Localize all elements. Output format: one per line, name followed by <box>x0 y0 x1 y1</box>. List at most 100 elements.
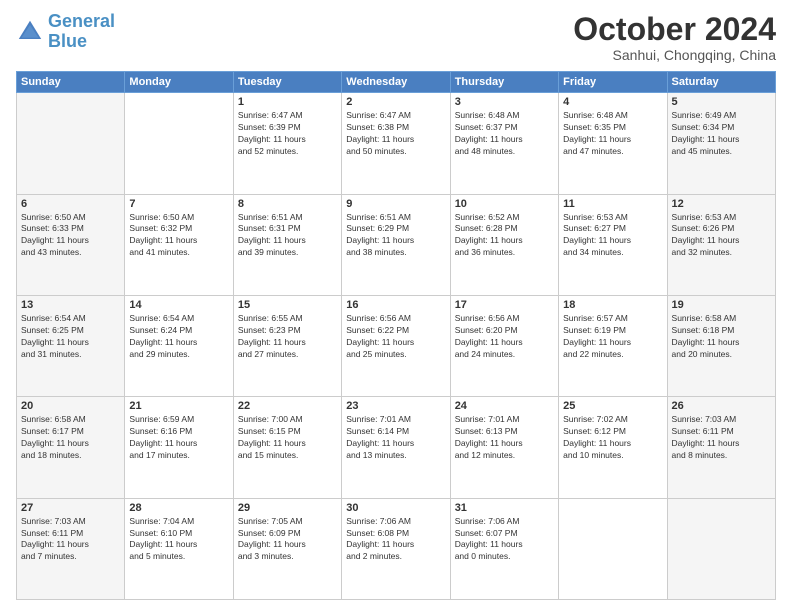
day-info: Sunrise: 7:01 AM Sunset: 6:14 PM Dayligh… <box>346 414 445 462</box>
day-info: Sunrise: 6:56 AM Sunset: 6:22 PM Dayligh… <box>346 313 445 361</box>
day-number: 21 <box>129 400 228 412</box>
day-info: Sunrise: 7:06 AM Sunset: 6:07 PM Dayligh… <box>455 516 554 564</box>
day-number: 27 <box>21 502 120 514</box>
calendar-cell: 28Sunrise: 7:04 AM Sunset: 6:10 PM Dayli… <box>125 498 233 599</box>
calendar-cell: 29 Sunrise: 7:05 AM Sunset: 6:09 PM Dayli… <box>233 498 341 599</box>
day-info: Sunrise: 7:02 AM Sunset: 6:12 PM Dayligh… <box>563 414 662 462</box>
col-monday: Monday <box>125 72 233 93</box>
day-number: 4 <box>563 96 662 108</box>
calendar-cell: 17 Sunrise: 6:56 AM Sunset: 6:20 PM Dayli… <box>450 295 558 396</box>
day-number: 10 <box>455 198 554 210</box>
day-info: Sunrise: 6:58 AM Sunset: 6:18 PM Dayligh… <box>672 313 771 361</box>
calendar-cell <box>667 498 775 599</box>
calendar-cell: 8Sunrise: 6:51 AM Sunset: 6:31 PM Daylig… <box>233 194 341 295</box>
calendar-cell: 4 Sunrise: 6:48 AM Sunset: 6:35 PM Daylig… <box>559 93 667 194</box>
calendar-cell: 25Sunrise: 7:02 AM Sunset: 6:12 PM Dayli… <box>559 397 667 498</box>
day-info: Sunrise: 6:51 AM Sunset: 6:29 PM Dayligh… <box>346 212 445 260</box>
calendar-cell: 31 Sunrise: 7:06 AM Sunset: 6:07 PM Dayli… <box>450 498 558 599</box>
day-number: 20 <box>21 400 120 412</box>
calendar-week-3: 13Sunrise: 6:54 AM Sunset: 6:25 PM Dayli… <box>17 295 776 396</box>
day-number: 17 <box>455 299 554 311</box>
subtitle: Sanhui, Chongqing, China <box>573 47 776 63</box>
calendar-week-2: 6Sunrise: 6:50 AM Sunset: 6:33 PM Daylig… <box>17 194 776 295</box>
calendar-cell: 3 Sunrise: 6:48 AM Sunset: 6:37 PM Daylig… <box>450 93 558 194</box>
col-wednesday: Wednesday <box>342 72 450 93</box>
calendar-cell: 19 Sunrise: 6:58 AM Sunset: 6:18 PM Dayli… <box>667 295 775 396</box>
day-info: Sunrise: 7:03 AM Sunset: 6:11 PM Dayligh… <box>672 414 771 462</box>
day-info: Sunrise: 6:50 AM Sunset: 6:32 PM Dayligh… <box>129 212 228 260</box>
day-info: Sunrise: 6:53 AM Sunset: 6:26 PM Dayligh… <box>672 212 771 260</box>
calendar-cell: 13Sunrise: 6:54 AM Sunset: 6:25 PM Dayli… <box>17 295 125 396</box>
day-info: Sunrise: 6:47 AM Sunset: 6:39 PM Dayligh… <box>238 110 337 158</box>
calendar-cell: 30Sunrise: 7:06 AM Sunset: 6:08 PM Dayli… <box>342 498 450 599</box>
day-info: Sunrise: 6:56 AM Sunset: 6:20 PM Dayligh… <box>455 313 554 361</box>
day-info: Sunrise: 7:06 AM Sunset: 6:08 PM Dayligh… <box>346 516 445 564</box>
day-info: Sunrise: 6:51 AM Sunset: 6:31 PM Dayligh… <box>238 212 337 260</box>
day-number: 31 <box>455 502 554 514</box>
day-info: Sunrise: 6:48 AM Sunset: 6:37 PM Dayligh… <box>455 110 554 158</box>
day-number: 11 <box>563 198 662 210</box>
calendar-cell: 14 Sunrise: 6:54 AM Sunset: 6:24 PM Dayli… <box>125 295 233 396</box>
day-number: 23 <box>346 400 445 412</box>
day-info: Sunrise: 7:00 AM Sunset: 6:15 PM Dayligh… <box>238 414 337 462</box>
calendar-week-4: 20Sunrise: 6:58 AM Sunset: 6:17 PM Dayli… <box>17 397 776 498</box>
logo: General Blue <box>16 12 115 52</box>
day-info: Sunrise: 7:03 AM Sunset: 6:11 PM Dayligh… <box>21 516 120 564</box>
day-info: Sunrise: 6:48 AM Sunset: 6:35 PM Dayligh… <box>563 110 662 158</box>
calendar-cell: 16 Sunrise: 6:56 AM Sunset: 6:22 PM Dayli… <box>342 295 450 396</box>
day-number: 26 <box>672 400 771 412</box>
calendar-body: 1 Sunrise: 6:47 AM Sunset: 6:39 PM Daylig… <box>17 93 776 600</box>
calendar-cell: 12 Sunrise: 6:53 AM Sunset: 6:26 PM Dayli… <box>667 194 775 295</box>
calendar-cell: 26 Sunrise: 7:03 AM Sunset: 6:11 PM Dayli… <box>667 397 775 498</box>
day-info: Sunrise: 6:52 AM Sunset: 6:28 PM Dayligh… <box>455 212 554 260</box>
logo-icon <box>16 18 44 46</box>
logo-line1: General <box>48 11 115 31</box>
page: General Blue October 2024 Sanhui, Chongq… <box>0 0 792 612</box>
logo-line2: Blue <box>48 31 87 51</box>
day-number: 18 <box>563 299 662 311</box>
calendar-cell: 7 Sunrise: 6:50 AM Sunset: 6:32 PM Daylig… <box>125 194 233 295</box>
calendar-cell: 10 Sunrise: 6:52 AM Sunset: 6:28 PM Dayli… <box>450 194 558 295</box>
calendar-cell: 9Sunrise: 6:51 AM Sunset: 6:29 PM Daylig… <box>342 194 450 295</box>
calendar-cell: 23 Sunrise: 7:01 AM Sunset: 6:14 PM Dayli… <box>342 397 450 498</box>
day-number: 14 <box>129 299 228 311</box>
calendar-header: Sunday Monday Tuesday Wednesday Thursday… <box>17 72 776 93</box>
calendar-cell: 18 Sunrise: 6:57 AM Sunset: 6:19 PM Dayli… <box>559 295 667 396</box>
calendar-cell: 21 Sunrise: 6:59 AM Sunset: 6:16 PM Dayli… <box>125 397 233 498</box>
calendar-cell: 1 Sunrise: 6:47 AM Sunset: 6:39 PM Daylig… <box>233 93 341 194</box>
day-number: 2 <box>346 96 445 108</box>
day-info: Sunrise: 7:01 AM Sunset: 6:13 PM Dayligh… <box>455 414 554 462</box>
calendar-cell <box>125 93 233 194</box>
day-number: 1 <box>238 96 337 108</box>
day-number: 15 <box>238 299 337 311</box>
day-number: 13 <box>21 299 120 311</box>
day-info: Sunrise: 7:05 AM Sunset: 6:09 PM Dayligh… <box>238 516 337 564</box>
calendar-cell: 5 Sunrise: 6:49 AM Sunset: 6:34 PM Daylig… <box>667 93 775 194</box>
col-tuesday: Tuesday <box>233 72 341 93</box>
calendar-cell: 2 Sunrise: 6:47 AM Sunset: 6:38 PM Daylig… <box>342 93 450 194</box>
day-info: Sunrise: 6:47 AM Sunset: 6:38 PM Dayligh… <box>346 110 445 158</box>
day-info: Sunrise: 6:50 AM Sunset: 6:33 PM Dayligh… <box>21 212 120 260</box>
header-row: Sunday Monday Tuesday Wednesday Thursday… <box>17 72 776 93</box>
calendar-cell: 11 Sunrise: 6:53 AM Sunset: 6:27 PM Dayli… <box>559 194 667 295</box>
day-info: Sunrise: 6:53 AM Sunset: 6:27 PM Dayligh… <box>563 212 662 260</box>
day-number: 5 <box>672 96 771 108</box>
day-number: 29 <box>238 502 337 514</box>
calendar-cell: 22Sunrise: 7:00 AM Sunset: 6:15 PM Dayli… <box>233 397 341 498</box>
day-number: 3 <box>455 96 554 108</box>
calendar-week-1: 1 Sunrise: 6:47 AM Sunset: 6:39 PM Daylig… <box>17 93 776 194</box>
day-info: Sunrise: 6:57 AM Sunset: 6:19 PM Dayligh… <box>563 313 662 361</box>
day-number: 19 <box>672 299 771 311</box>
day-number: 16 <box>346 299 445 311</box>
day-info: Sunrise: 6:49 AM Sunset: 6:34 PM Dayligh… <box>672 110 771 158</box>
title-block: October 2024 Sanhui, Chongqing, China <box>573 12 776 63</box>
day-number: 12 <box>672 198 771 210</box>
calendar-cell: 24 Sunrise: 7:01 AM Sunset: 6:13 PM Dayli… <box>450 397 558 498</box>
day-info: Sunrise: 6:54 AM Sunset: 6:24 PM Dayligh… <box>129 313 228 361</box>
day-number: 24 <box>455 400 554 412</box>
day-info: Sunrise: 6:59 AM Sunset: 6:16 PM Dayligh… <box>129 414 228 462</box>
calendar-cell: 6Sunrise: 6:50 AM Sunset: 6:33 PM Daylig… <box>17 194 125 295</box>
day-number: 7 <box>129 198 228 210</box>
logo-text: General Blue <box>48 12 115 52</box>
col-sunday: Sunday <box>17 72 125 93</box>
